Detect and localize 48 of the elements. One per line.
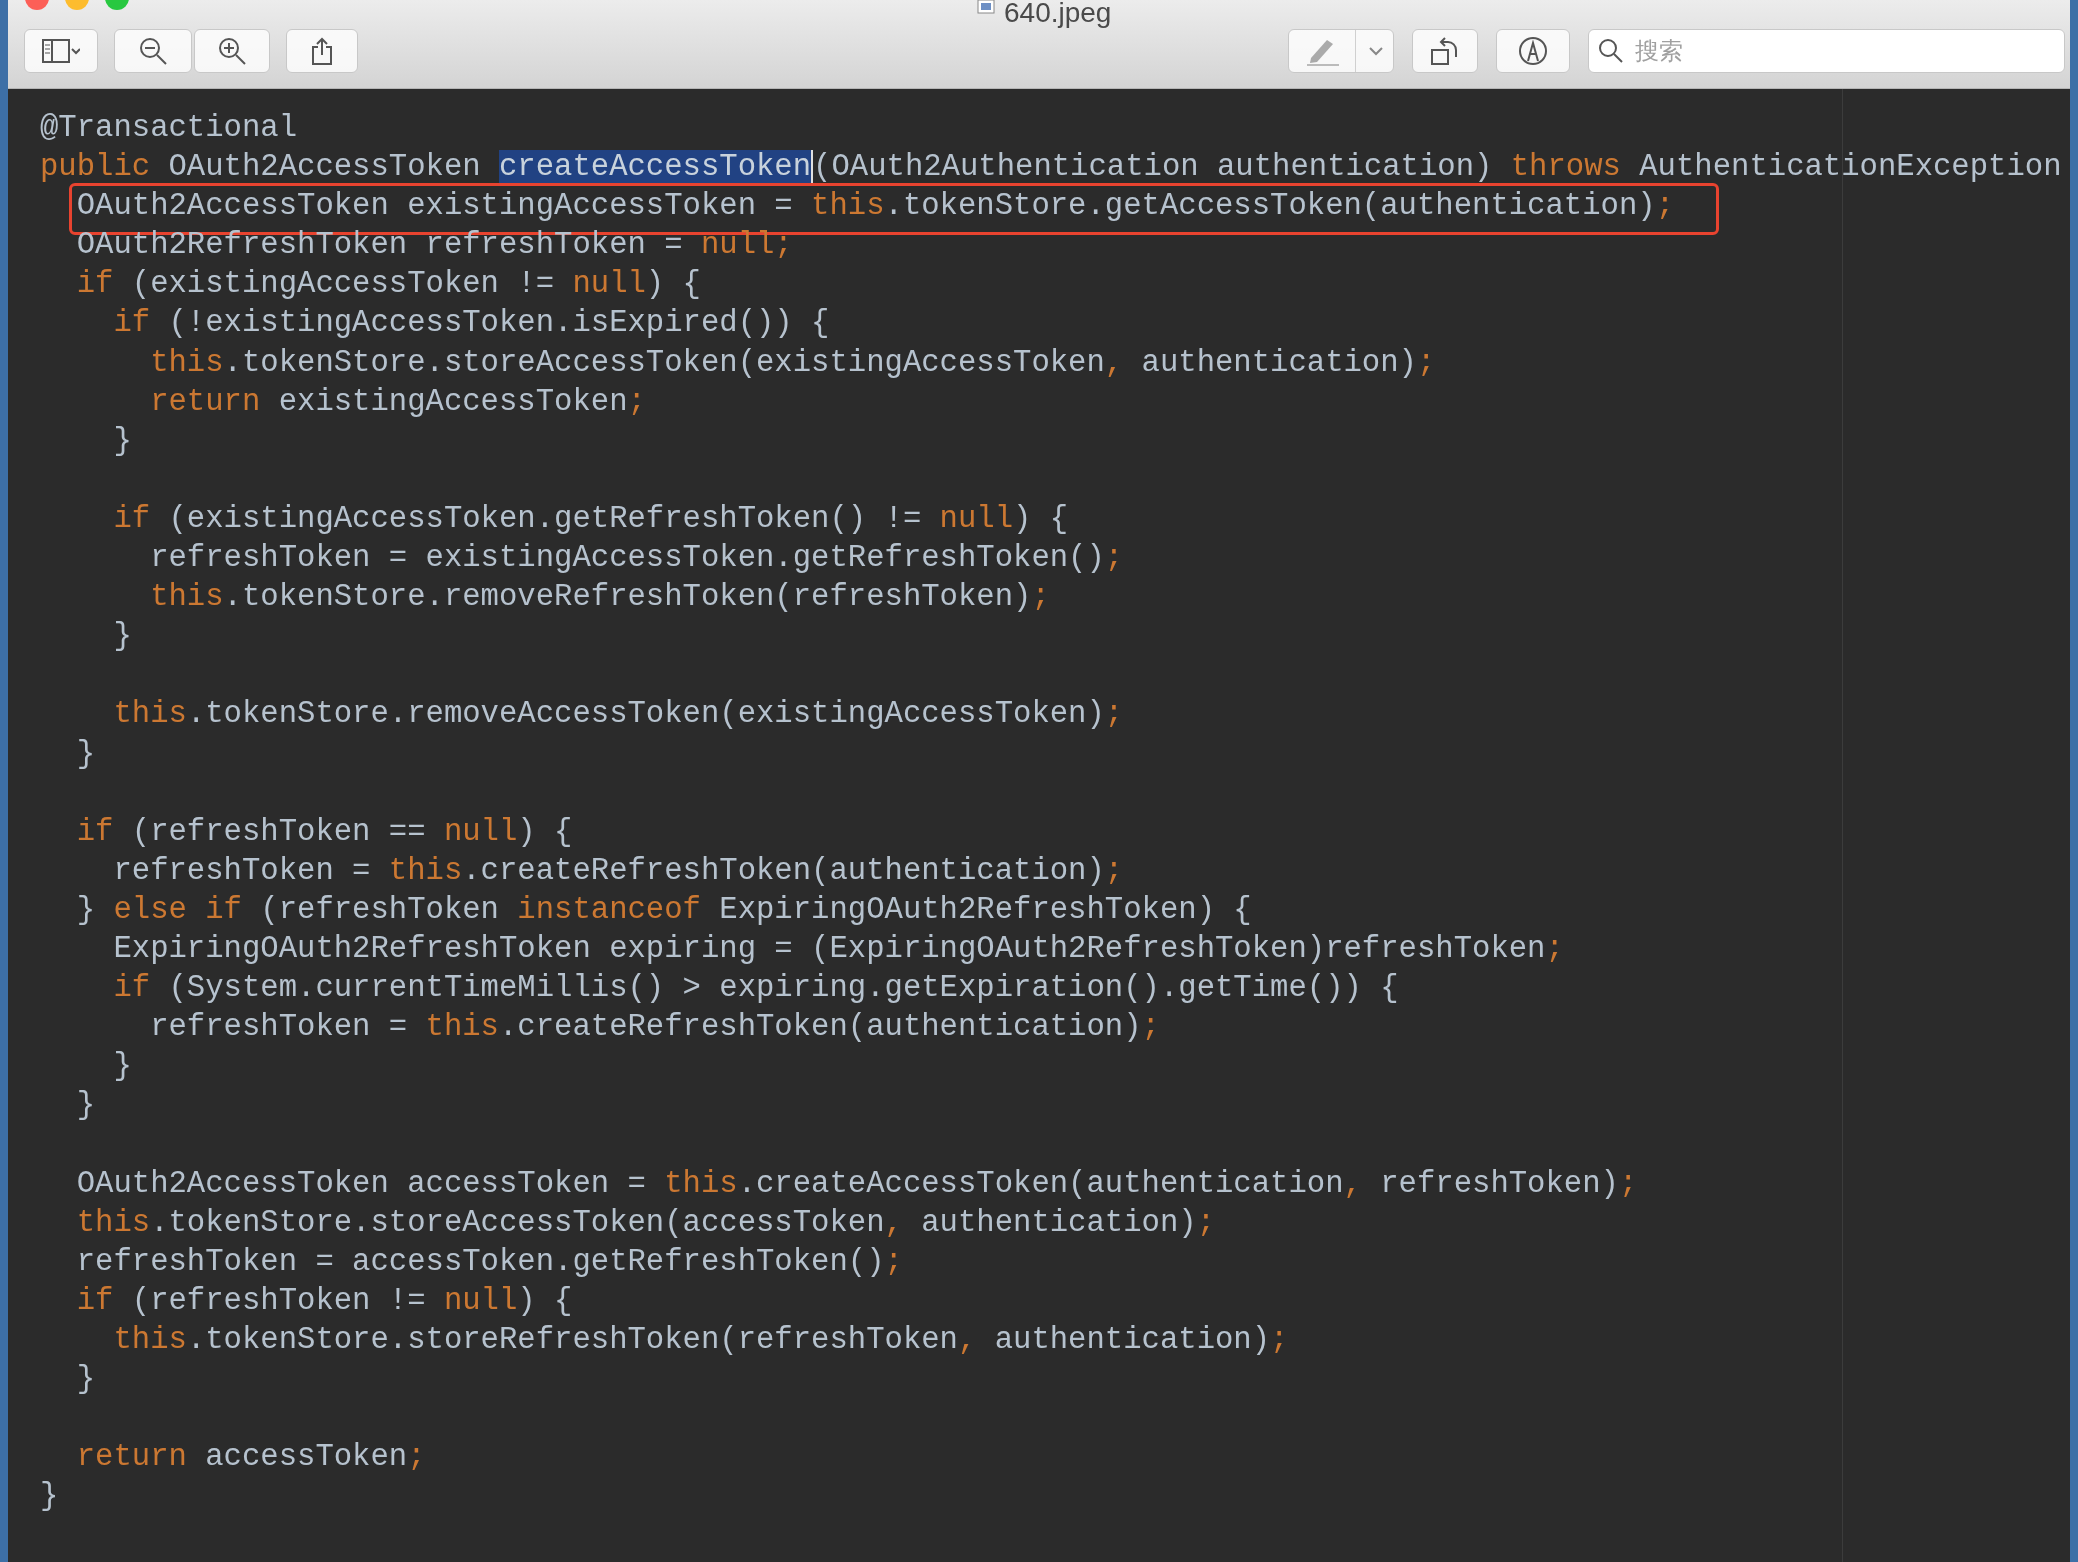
code-line: @Transactional [40, 110, 298, 147]
code-line: if (existingAccessToken != null) { [75, 266, 701, 304]
annotate-button[interactable] [1496, 29, 1570, 73]
rotate-button[interactable] [1412, 29, 1478, 73]
code-line: } [112, 618, 132, 656]
code-line: this.tokenStore.storeRefreshToken(refreshToken, authentication); [112, 1321, 1289, 1359]
code-line: this.tokenStore.storeAccessToken(accessToken, authentication); [75, 1204, 1215, 1242]
code-line: } [40, 1478, 59, 1516]
zoom-in-button[interactable] [194, 29, 270, 73]
search-field[interactable]: 搜索 [1588, 29, 2065, 73]
code-line: this.tokenStore.removeAccessToken(existingAccessToken); [112, 696, 1124, 734]
code-line: } [112, 422, 132, 460]
search-icon [1598, 38, 1624, 64]
code-line: } [75, 1087, 96, 1125]
sidebar-button[interactable] [24, 29, 98, 73]
share-button[interactable] [286, 29, 358, 73]
window-title: 640.jpeg [1004, 0, 1112, 28]
code-line: } [75, 735, 96, 773]
code-line: } else if (refreshToken instanceof ExpiringOAuth2RefreshToken) { [75, 891, 1252, 929]
zoom-out-button[interactable] [114, 29, 192, 73]
code-line: } [75, 1361, 96, 1398]
zoom-in-icon [217, 36, 247, 66]
image-file-icon [976, 0, 996, 14]
code-line: if (!existingAccessToken.isExpired()) { [112, 305, 830, 343]
code-line: OAuth2RefreshToken refreshToken = null; [75, 227, 793, 265]
code-line: refreshToken = this.createRefreshToken(authentication); [112, 852, 1124, 890]
code-line: refreshToken = this.createRefreshToken(authentication); [149, 1009, 1160, 1047]
code-line: ExpiringOAuth2RefreshToken expiring = (ExpiringOAuth2RefreshToken)refreshToken; [112, 930, 1564, 968]
code-line: refreshToken = existingAccessToken.getRefreshToken(); [149, 540, 1124, 578]
sidebar-icon [42, 39, 80, 63]
zoom-out-icon [138, 36, 168, 66]
code-line: public OAuth2AccessToken createAccessToken(OAuth2Authentication authentication) throws AuthenticationException [40, 149, 2062, 187]
code-line: if (existingAccessToken.getRefreshToken() != null) { [112, 500, 1069, 538]
code-line: if (refreshToken == null) { [75, 813, 573, 851]
rotate-icon [1430, 35, 1460, 67]
code-line: this.tokenStore.removeRefreshToken(refreshToken); [149, 579, 1050, 617]
code-line: if (System.currentTimeMillis() > expiring.getExpiration().getTime()) { [112, 970, 1399, 1008]
code-line: refreshToken = accessToken.getRefreshToken(); [75, 1243, 903, 1281]
caret-icon [1368, 46, 1384, 56]
share-icon [311, 37, 333, 65]
code-line: } [112, 1048, 132, 1086]
code-line: if (refreshToken != null) { [75, 1282, 573, 1320]
code-line: return accessToken; [75, 1439, 426, 1477]
pen-tip-icon [1518, 36, 1548, 66]
code-line: OAuth2AccessToken accessToken = this.createAccessToken(authentication, refreshToken); [75, 1165, 1638, 1203]
code-line: OAuth2AccessToken existingAccessToken = this.tokenStore.getAccessToken(authentication); [40, 187, 1674, 227]
code-line: return existingAccessToken; [149, 383, 646, 421]
code-line: this.tokenStore.storeAccessToken(existingAccessToken, authentication); [149, 344, 1436, 382]
